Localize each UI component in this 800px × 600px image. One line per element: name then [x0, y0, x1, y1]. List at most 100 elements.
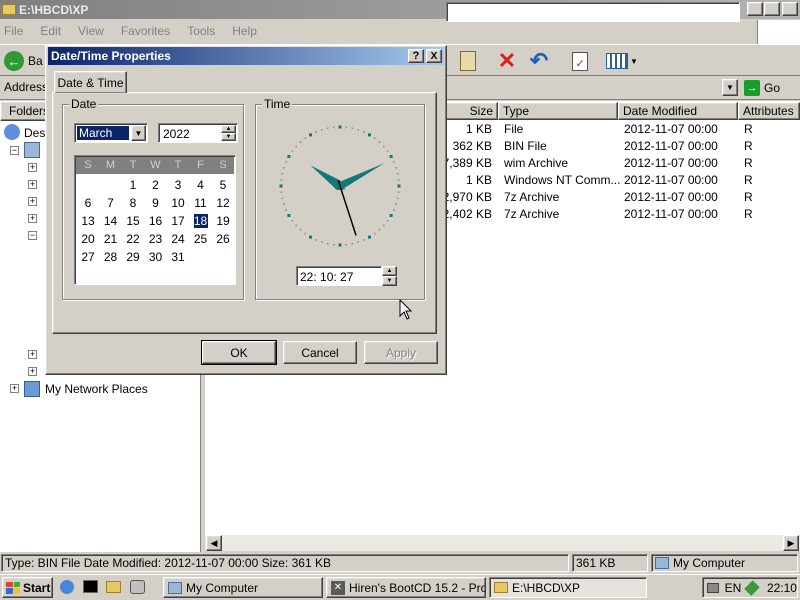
- calendar-day[interactable]: 2: [145, 178, 167, 192]
- month-select[interactable]: March ▼: [74, 123, 148, 143]
- minimize-button[interactable]: _: [747, 2, 763, 16]
- tree-item-network-places[interactable]: My Network Places: [45, 382, 148, 396]
- calendar-day[interactable]: 7: [100, 196, 122, 210]
- tree-expand-toggle[interactable]: +: [28, 197, 37, 206]
- clock[interactable]: 22:10: [767, 581, 797, 595]
- menu-view[interactable]: View: [78, 24, 104, 38]
- spin-down-button[interactable]: ▼: [221, 133, 236, 141]
- tree-collapse-toggle[interactable]: −: [28, 231, 37, 240]
- calendar-day[interactable]: 13: [77, 214, 99, 228]
- tree-expand-toggle[interactable]: +: [28, 367, 37, 376]
- network-icon[interactable]: [744, 579, 760, 596]
- calendar-day[interactable]: 15: [122, 214, 144, 228]
- explorer-folder-icon[interactable]: [106, 581, 121, 593]
- column-header-size[interactable]: Size: [444, 102, 498, 120]
- tree-expand-toggle[interactable]: +: [28, 163, 37, 172]
- calendar-day[interactable]: 17: [167, 214, 189, 228]
- calendar-day[interactable]: 27: [77, 250, 99, 264]
- calendar-day[interactable]: 19: [212, 214, 234, 228]
- calendar-day[interactable]: 21: [100, 232, 122, 246]
- ie-icon[interactable]: [60, 580, 74, 594]
- horizontal-scrollbar[interactable]: [205, 535, 800, 551]
- column-header-attributes[interactable]: Attributes: [738, 102, 800, 120]
- go-button[interactable]: → Go: [744, 79, 796, 97]
- menu-help[interactable]: Help: [232, 24, 257, 38]
- spin-up-button[interactable]: ▲: [221, 125, 236, 133]
- column-header-date-modified[interactable]: Date Modified: [618, 102, 738, 120]
- calendar-day[interactable]: 8: [122, 196, 144, 210]
- task-hirens-bootcd[interactable]: ✕ Hiren's BootCD 15.2 - Pro...: [326, 577, 486, 598]
- task-my-computer[interactable]: My Computer: [163, 577, 323, 598]
- calendar-day[interactable]: 31: [167, 250, 189, 264]
- calendar-day[interactable]: 23: [145, 232, 167, 246]
- clock-minute-mark: [396, 172, 399, 175]
- language-indicator[interactable]: EN: [725, 581, 742, 595]
- dialog-close-button[interactable]: X: [426, 49, 442, 63]
- undo-button[interactable]: ↶: [526, 49, 552, 73]
- safely-remove-hardware-icon[interactable]: [707, 582, 719, 593]
- menu-edit[interactable]: Edit: [40, 24, 61, 38]
- disk-icon[interactable]: [130, 580, 145, 594]
- calendar-day[interactable]: 30: [145, 250, 167, 264]
- back-button[interactable]: ← Ba: [4, 49, 44, 73]
- properties-icon: ✓: [572, 51, 588, 71]
- calendar-day[interactable]: 16: [145, 214, 167, 228]
- calendar-day[interactable]: 6: [77, 196, 99, 210]
- tree-expand-toggle[interactable]: +: [10, 384, 19, 393]
- ok-button[interactable]: OK: [201, 340, 277, 365]
- calendar-day[interactable]: 14: [100, 214, 122, 228]
- close-button[interactable]: ×: [782, 2, 798, 16]
- clock-minute-mark: [291, 150, 294, 153]
- time-input[interactable]: 22: 10: 27: [296, 266, 382, 286]
- calendar-day[interactable]: 26: [212, 232, 234, 246]
- properties-button[interactable]: ✓: [567, 49, 593, 73]
- calendar-day[interactable]: 1: [122, 178, 144, 192]
- scroll-right-button[interactable]: ▶: [783, 535, 799, 551]
- paste-button[interactable]: [455, 49, 481, 73]
- menu-tools[interactable]: Tools: [187, 24, 215, 38]
- help-button[interactable]: ?: [408, 49, 424, 63]
- calendar-day-selected[interactable]: 18: [193, 214, 208, 228]
- calendar-day[interactable]: 22: [122, 232, 144, 246]
- task-hbcd-xp[interactable]: E:\HBCD\XP: [489, 577, 647, 598]
- year-spinner[interactable]: 2022 ▲ ▼: [158, 123, 238, 143]
- clock-hands: [310, 163, 385, 236]
- calendar-day[interactable]: 12: [212, 196, 234, 210]
- column-header-type[interactable]: Type: [498, 102, 618, 120]
- tree-collapse-toggle[interactable]: −: [10, 146, 19, 155]
- calendar-day[interactable]: 11: [190, 196, 212, 210]
- command-prompt-icon[interactable]: [83, 580, 98, 593]
- time-spin-down-button[interactable]: ▼: [382, 276, 397, 286]
- start-button[interactable]: Start: [2, 577, 53, 598]
- calendar-day[interactable]: 3: [167, 178, 189, 192]
- scroll-left-button[interactable]: ◀: [206, 535, 222, 551]
- calendar-day[interactable]: 5: [212, 178, 234, 192]
- calendar-day[interactable]: 24: [167, 232, 189, 246]
- apply-button[interactable]: Apply: [364, 341, 438, 364]
- maximize-button[interactable]: ▫: [764, 2, 780, 16]
- tab-date-time[interactable]: Date & Time: [54, 71, 127, 93]
- calendar-day[interactable]: 9: [145, 196, 167, 210]
- cancel-button[interactable]: Cancel: [283, 341, 357, 364]
- views-button[interactable]: ▼: [604, 49, 640, 73]
- delete-button[interactable]: ✕: [494, 49, 520, 73]
- tree-item-desktop[interactable]: Des: [24, 126, 45, 140]
- calendar-day[interactable]: 28: [100, 250, 122, 264]
- tree-expand-toggle[interactable]: +: [28, 214, 37, 223]
- address-input[interactable]: [446, 2, 740, 22]
- calendar-day[interactable]: 20: [77, 232, 99, 246]
- chevron-down-icon[interactable]: ▼: [131, 125, 146, 141]
- calendar-day[interactable]: 29: [122, 250, 144, 264]
- calendar-day[interactable]: 10: [167, 196, 189, 210]
- calendar-day[interactable]: 4: [190, 178, 212, 192]
- address-dropdown-button[interactable]: ▼: [722, 79, 738, 96]
- menu-favorites[interactable]: Favorites: [121, 24, 170, 38]
- time-spin-up-button[interactable]: ▲: [382, 266, 397, 276]
- calendar-day[interactable]: 25: [190, 232, 212, 246]
- tree-expand-toggle[interactable]: +: [28, 180, 37, 189]
- dialog-titlebar[interactable]: Date/Time Properties: [48, 47, 444, 65]
- clock-minute-mark: [395, 167, 397, 169]
- tree-expand-toggle[interactable]: +: [28, 350, 37, 359]
- menu-file[interactable]: File: [4, 24, 23, 38]
- menubar: File Edit View Favorites Tools Help: [0, 20, 757, 42]
